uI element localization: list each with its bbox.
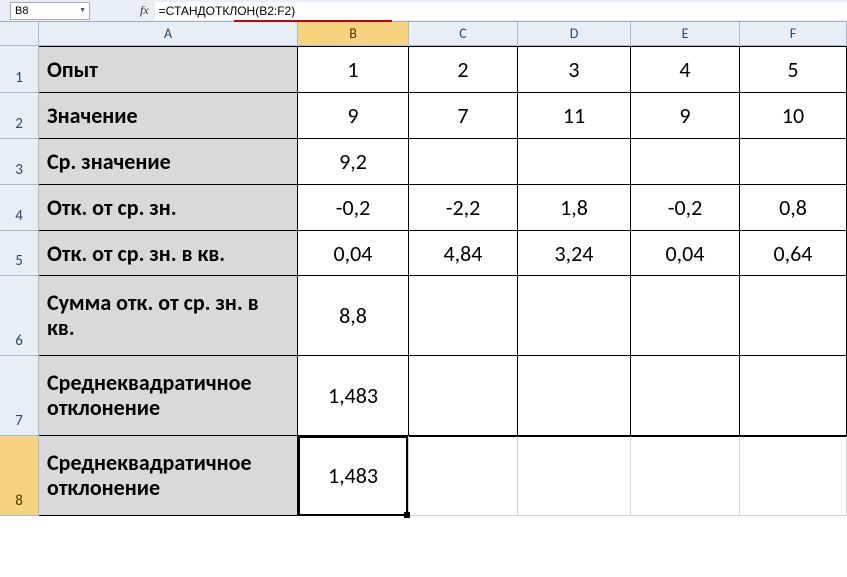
cell-A3[interactable]: Ср. значение [39, 139, 298, 185]
table-row: 4 Отк. от ср. зн. -0,2 -2,2 1,8 -0,2 0,8 [0, 185, 847, 231]
col-header-B[interactable]: B [298, 22, 409, 46]
row-header-1[interactable]: 1 [0, 46, 39, 93]
cell-A6[interactable]: Сумма отк. от ср. зн. в кв. [39, 276, 298, 356]
formula-text: =СТАНДОТКЛОН(B2:F2) [159, 4, 296, 18]
cell-B2[interactable]: 9 [298, 93, 409, 139]
cell-E7[interactable] [631, 356, 740, 436]
cell-A1[interactable]: Опыт [39, 46, 298, 93]
table-row: 7 Среднеквадратичное отклонение 1,483 [0, 356, 847, 436]
table-row: 3 Ср. значение 9,2 [0, 139, 847, 185]
cell-C6[interactable] [409, 276, 518, 356]
column-headers: A B C D E F [0, 22, 847, 46]
col-header-E[interactable]: E [631, 22, 740, 46]
name-box-value: B8 [15, 5, 28, 17]
cell-B6[interactable]: 8,8 [298, 276, 409, 356]
cell-E3[interactable] [631, 139, 740, 185]
cell-E2[interactable]: 9 [631, 93, 740, 139]
fx-icon[interactable]: fx [140, 3, 149, 18]
cell-C8[interactable] [409, 436, 518, 516]
cell-C2[interactable]: 7 [409, 93, 518, 139]
cell-B5[interactable]: 0,04 [298, 231, 409, 276]
row-header-8[interactable]: 8 [0, 436, 39, 516]
cell-E4[interactable]: -0,2 [631, 185, 740, 231]
cell-D1[interactable]: 3 [518, 46, 631, 93]
cell-A2[interactable]: Значение [39, 93, 298, 139]
cell-C1[interactable]: 2 [409, 46, 518, 93]
cell-F2[interactable]: 10 [740, 93, 847, 139]
cell-C3[interactable] [409, 139, 518, 185]
table-row: 6 Сумма отк. от ср. зн. в кв. 8,8 [0, 276, 847, 356]
cell-F1[interactable]: 5 [740, 46, 847, 93]
table-row: 8 Среднеквадратичное отклонение 1,483 [0, 436, 847, 516]
col-header-A[interactable]: A [39, 22, 298, 46]
spreadsheet-grid: A B C D E F 1 Опыт 1 2 3 4 5 2 Значение … [0, 22, 847, 516]
cell-D2[interactable]: 11 [518, 93, 631, 139]
cell-D7[interactable] [518, 356, 631, 436]
cell-F4[interactable]: 0,8 [740, 185, 847, 231]
cell-C4[interactable]: -2,2 [409, 185, 518, 231]
select-all-corner[interactable] [0, 22, 39, 46]
cell-E1[interactable]: 4 [631, 46, 740, 93]
cell-A4[interactable]: Отк. от ср. зн. [39, 185, 298, 231]
cell-B8[interactable]: 1,483 [298, 436, 409, 516]
cell-A5[interactable]: Отк. от ср. зн. в кв. [39, 231, 298, 276]
col-header-C[interactable]: C [409, 22, 518, 46]
cell-B3[interactable]: 9,2 [298, 139, 409, 185]
name-box[interactable]: B8 [10, 2, 90, 20]
cell-F8[interactable] [740, 436, 847, 516]
cell-D5[interactable]: 3,24 [518, 231, 631, 276]
row-header-5[interactable]: 5 [0, 231, 39, 276]
formula-input[interactable]: =СТАНДОТКЛОН(B2:F2) [155, 2, 847, 20]
cell-B7[interactable]: 1,483 [298, 356, 409, 436]
cell-D3[interactable] [518, 139, 631, 185]
row-header-3[interactable]: 3 [0, 139, 39, 185]
table-row: 5 Отк. от ср. зн. в кв. 0,04 4,84 3,24 0… [0, 231, 847, 276]
cell-B1[interactable]: 1 [298, 46, 409, 93]
cell-F3[interactable] [740, 139, 847, 185]
cell-A8[interactable]: Среднеквадратичное отклонение [39, 436, 298, 516]
table-row: 2 Значение 9 7 11 9 10 [0, 93, 847, 139]
col-header-F[interactable]: F [740, 22, 847, 46]
formula-bar: B8 fx =СТАНДОТКЛОН(B2:F2) [0, 0, 847, 22]
cell-F5[interactable]: 0,64 [740, 231, 847, 276]
formula-highlight-underline [234, 20, 392, 22]
cell-D4[interactable]: 1,8 [518, 185, 631, 231]
row-header-6[interactable]: 6 [0, 276, 39, 356]
cell-C7[interactable] [409, 356, 518, 436]
cell-A7[interactable]: Среднеквадратичное отклонение [39, 356, 298, 436]
row-header-4[interactable]: 4 [0, 185, 39, 231]
cell-E6[interactable] [631, 276, 740, 356]
col-header-D[interactable]: D [518, 22, 631, 46]
row-header-7[interactable]: 7 [0, 356, 39, 436]
cell-C5[interactable]: 4,84 [409, 231, 518, 276]
row-header-2[interactable]: 2 [0, 93, 39, 139]
cell-F6[interactable] [740, 276, 847, 356]
cell-F7[interactable] [740, 356, 847, 436]
cell-E5[interactable]: 0,04 [631, 231, 740, 276]
cell-D6[interactable] [518, 276, 631, 356]
cell-D8[interactable] [518, 436, 631, 516]
table-row: 1 Опыт 1 2 3 4 5 [0, 46, 847, 93]
cell-B4[interactable]: -0,2 [298, 185, 409, 231]
cell-E8[interactable] [631, 436, 740, 516]
